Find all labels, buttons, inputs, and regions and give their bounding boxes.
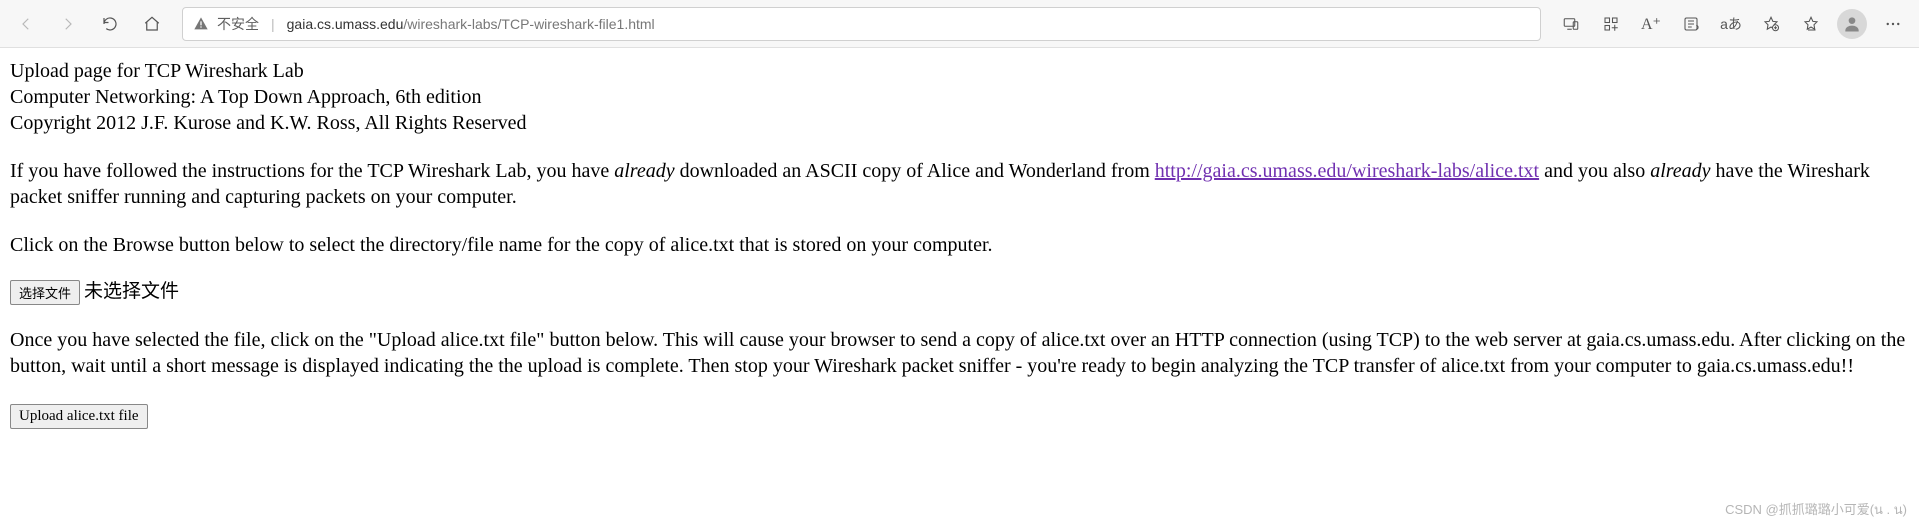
file-input-row: 选择文件 未选择文件 [10, 280, 1909, 305]
device-icon[interactable] [1551, 4, 1591, 44]
profile-avatar[interactable] [1837, 9, 1867, 39]
translate-icon[interactable]: aあ [1711, 4, 1751, 44]
heading-line-2: Computer Networking: A Top Down Approach… [10, 84, 1909, 110]
back-button[interactable] [6, 6, 46, 42]
heading-line-1: Upload page for TCP Wireshark Lab [10, 58, 1909, 84]
page-content: Upload page for TCP Wireshark Lab Comput… [0, 48, 1919, 449]
add-favorite-icon[interactable] [1751, 4, 1791, 44]
intro-paragraph: If you have followed the instructions fo… [10, 158, 1909, 210]
choose-file-button[interactable]: 选择文件 [10, 280, 80, 305]
no-file-label: 未选择文件 [84, 280, 179, 305]
heading-line-3: Copyright 2012 J.F. Kurose and K.W. Ross… [10, 110, 1909, 136]
alice-link[interactable]: http://gaia.cs.umass.edu/wireshark-labs/… [1155, 160, 1539, 182]
forward-button[interactable] [48, 6, 88, 42]
more-icon[interactable] [1873, 4, 1913, 44]
url-host: gaia.cs.umass.edu [287, 16, 404, 32]
separator: | [271, 16, 275, 32]
apps-icon[interactable] [1591, 4, 1631, 44]
browser-toolbar: 不安全 | gaia.cs.umass.edu/wireshark-labs/T… [0, 0, 1919, 48]
watermark: CSDN @抓抓璐璐小可爱(น . น) [1725, 499, 1907, 520]
address-bar[interactable]: 不安全 | gaia.cs.umass.edu/wireshark-labs/T… [182, 7, 1541, 41]
url-path: /wireshark-labs/TCP-wireshark-file1.html [403, 16, 654, 32]
insecure-icon [193, 16, 209, 32]
url-text: gaia.cs.umass.edu/wireshark-labs/TCP-wir… [287, 16, 655, 32]
toolbar-right: A⁺ aあ [1551, 4, 1913, 44]
reader-icon[interactable] [1671, 4, 1711, 44]
insecure-label: 不安全 [217, 14, 259, 34]
upload-instruction: Once you have selected the file, click o… [10, 327, 1909, 379]
upload-button[interactable]: Upload alice.txt file [10, 404, 148, 429]
upload-row: Upload alice.txt file [10, 401, 1909, 429]
browse-instruction: Click on the Browse button below to sele… [10, 232, 1909, 258]
home-button[interactable] [132, 6, 172, 42]
text-size-icon[interactable]: A⁺ [1631, 4, 1671, 44]
favorites-icon[interactable] [1791, 4, 1831, 44]
refresh-button[interactable] [90, 6, 130, 42]
